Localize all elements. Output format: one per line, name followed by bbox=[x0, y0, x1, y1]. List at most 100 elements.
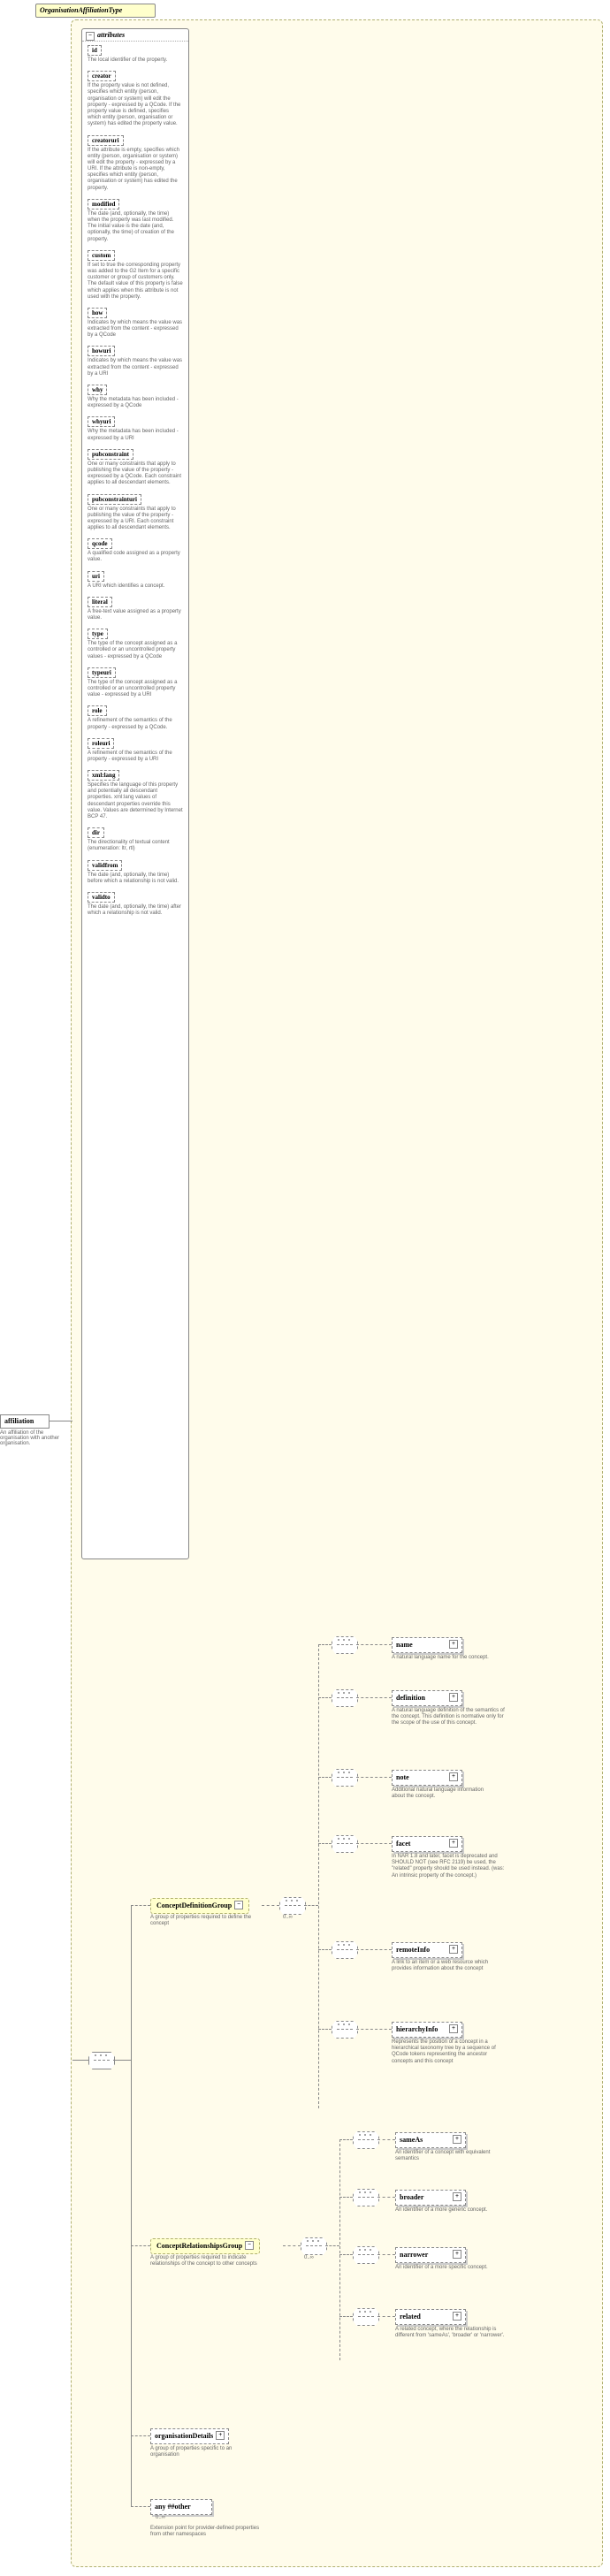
collapse-icon[interactable]: − bbox=[86, 32, 95, 41]
remoteinfo-desc: A link to an item or a web resource whic… bbox=[392, 1960, 498, 1972]
sameas-element[interactable]: sameAs + bbox=[395, 2132, 466, 2148]
connector bbox=[131, 1905, 150, 1906]
expand-icon[interactable]: + bbox=[453, 2312, 461, 2321]
attribute-name: custom bbox=[88, 250, 115, 261]
connector bbox=[339, 2316, 353, 2317]
expand-icon[interactable]: + bbox=[449, 1945, 458, 1954]
attribute-item: roleA refinement of the semantics of the… bbox=[88, 705, 183, 730]
attribute-item: validtoThe date (and, optionally, the ti… bbox=[88, 892, 183, 917]
hierarchyinfo-element[interactable]: hierarchyInfo + bbox=[392, 2022, 462, 2038]
attribute-item: uriA URI which identifies a concept. bbox=[88, 571, 183, 590]
affiliation-desc: An affiliation of the organisation with … bbox=[0, 1430, 64, 1446]
attribute-desc: A URI which identifies a concept. bbox=[88, 583, 183, 590]
expand-icon[interactable]: + bbox=[449, 1693, 458, 1702]
sequence-compositor bbox=[353, 2131, 379, 2149]
sequence-compositor bbox=[332, 1835, 358, 1853]
definition-desc: A natural language definition of the sem… bbox=[392, 1708, 507, 1727]
affiliation-element[interactable]: affiliation bbox=[0, 1414, 50, 1429]
expand-icon[interactable]: + bbox=[449, 1839, 458, 1848]
attribute-name: typeuri bbox=[88, 667, 116, 678]
broader-element[interactable]: broader + bbox=[395, 2190, 466, 2206]
connector bbox=[356, 1644, 392, 1645]
sequence-compositor bbox=[332, 1941, 358, 1959]
attribute-item: roleuriA refinement of the semantics of … bbox=[88, 738, 183, 763]
connector bbox=[356, 1949, 392, 1950]
attribute-item: pubconstrainturi One or many constraints … bbox=[88, 494, 183, 532]
attribute-desc: If the property value is not defined, sp… bbox=[88, 83, 183, 127]
attribute-name: pubconstraint bbox=[88, 449, 133, 460]
connector bbox=[377, 2197, 395, 2198]
attribute-desc: If the attribute is empty, specifies whi… bbox=[88, 148, 183, 192]
attribute-desc: The date (and, optionally, the time) bef… bbox=[88, 873, 183, 885]
connector bbox=[356, 1843, 392, 1844]
attribute-name: qcode bbox=[88, 538, 112, 549]
expand-icon[interactable]: + bbox=[453, 2250, 461, 2259]
note-element[interactable]: note + bbox=[392, 1770, 462, 1786]
connector bbox=[318, 1777, 332, 1778]
expand-icon[interactable]: + bbox=[216, 2431, 225, 2440]
expand-icon[interactable]: + bbox=[449, 1640, 458, 1649]
expand-icon[interactable]: − bbox=[234, 1901, 243, 1909]
attribute-desc: The type of the concept assigned as a co… bbox=[88, 680, 183, 699]
attributes-header[interactable]: − attributes bbox=[82, 29, 188, 42]
connector bbox=[339, 2254, 353, 2255]
attribute-name: creator bbox=[88, 71, 116, 81]
facet-element[interactable]: facet + bbox=[392, 1836, 462, 1852]
connector bbox=[356, 2029, 392, 2030]
connector bbox=[113, 2060, 131, 2061]
connector bbox=[283, 2245, 301, 2246]
attribute-item: creator If the property value is not defi… bbox=[88, 71, 183, 127]
connector bbox=[339, 2197, 353, 2198]
concept-definition-group[interactable]: ConceptDefinitionGroup − bbox=[150, 1898, 249, 1914]
attribute-item: idThe local identifier of the property. bbox=[88, 45, 183, 64]
sequence-compositor bbox=[353, 2308, 379, 2326]
note-desc: Additional natural language information … bbox=[392, 1787, 489, 1800]
narrower-element[interactable]: narrower + bbox=[395, 2247, 466, 2263]
attribute-item: literalA free-text value assigned as a p… bbox=[88, 597, 183, 621]
attribute-name: howuri bbox=[88, 346, 115, 356]
attribute-desc: The local identifier of the property. bbox=[88, 57, 183, 64]
sequence-compositor bbox=[353, 2189, 379, 2206]
connector bbox=[318, 1949, 332, 1950]
any-desc: Extension point for provider-defined pro… bbox=[150, 2526, 265, 2538]
attribute-item: dirThe directionality of textual content… bbox=[88, 827, 183, 852]
sequence-compositor bbox=[332, 1769, 358, 1787]
any-other-element[interactable]: any ##other bbox=[150, 2499, 212, 2515]
attribute-desc: Why the metadata has been included - exp… bbox=[88, 397, 183, 409]
narrower-desc: An identifier of a more specific concept… bbox=[395, 2265, 501, 2271]
type-header: OrganisationAffiliationType bbox=[35, 4, 156, 18]
connector bbox=[356, 1697, 392, 1698]
expand-icon[interactable]: + bbox=[449, 1772, 458, 1781]
attribute-name: id bbox=[88, 45, 102, 56]
attribute-name: creatoruri bbox=[88, 135, 124, 146]
expand-icon[interactable]: + bbox=[453, 2192, 461, 2201]
attribute-name: xml:lang bbox=[88, 770, 119, 781]
concept-relationships-group[interactable]: ConceptRelationshipsGroup − bbox=[150, 2238, 260, 2254]
cardinality: 0..∞ bbox=[283, 1915, 293, 1920]
definition-element[interactable]: definition + bbox=[392, 1690, 462, 1706]
sequence-compositor bbox=[88, 2052, 115, 2069]
facet-desc: In NAR 1.8 and later, facet is deprecate… bbox=[392, 1854, 507, 1879]
attribute-desc: Specifies the language of this property … bbox=[88, 782, 183, 820]
expand-icon[interactable]: + bbox=[449, 2024, 458, 2033]
expand-icon[interactable]: − bbox=[245, 2241, 254, 2250]
attribute-desc: A refinement of the semantics of the pro… bbox=[88, 718, 183, 730]
affiliation-label: affiliation bbox=[4, 1417, 34, 1425]
related-element[interactable]: related + bbox=[395, 2309, 466, 2325]
organisation-details-element[interactable]: organisationDetails + bbox=[150, 2428, 229, 2444]
connector bbox=[356, 1777, 392, 1778]
attribute-item: modifiedThe date (and, optionally, the t… bbox=[88, 199, 183, 243]
name-element[interactable]: name + bbox=[392, 1637, 462, 1653]
remoteinfo-element[interactable]: remoteInfo + bbox=[392, 1942, 462, 1958]
connector bbox=[377, 2316, 395, 2317]
connector bbox=[377, 2254, 395, 2255]
cardinality: 0..∞ bbox=[304, 2255, 314, 2260]
expand-icon[interactable]: + bbox=[453, 2135, 461, 2144]
sequence-compositor bbox=[332, 2021, 358, 2039]
connector bbox=[325, 2245, 339, 2246]
attribute-name: pubconstrainturi bbox=[88, 494, 141, 505]
sequence-compositor bbox=[279, 1897, 306, 1915]
attribute-name: validto bbox=[88, 892, 115, 903]
attribute-desc: One or many constraints that apply to pu… bbox=[88, 507, 183, 532]
connector bbox=[339, 2139, 340, 2360]
